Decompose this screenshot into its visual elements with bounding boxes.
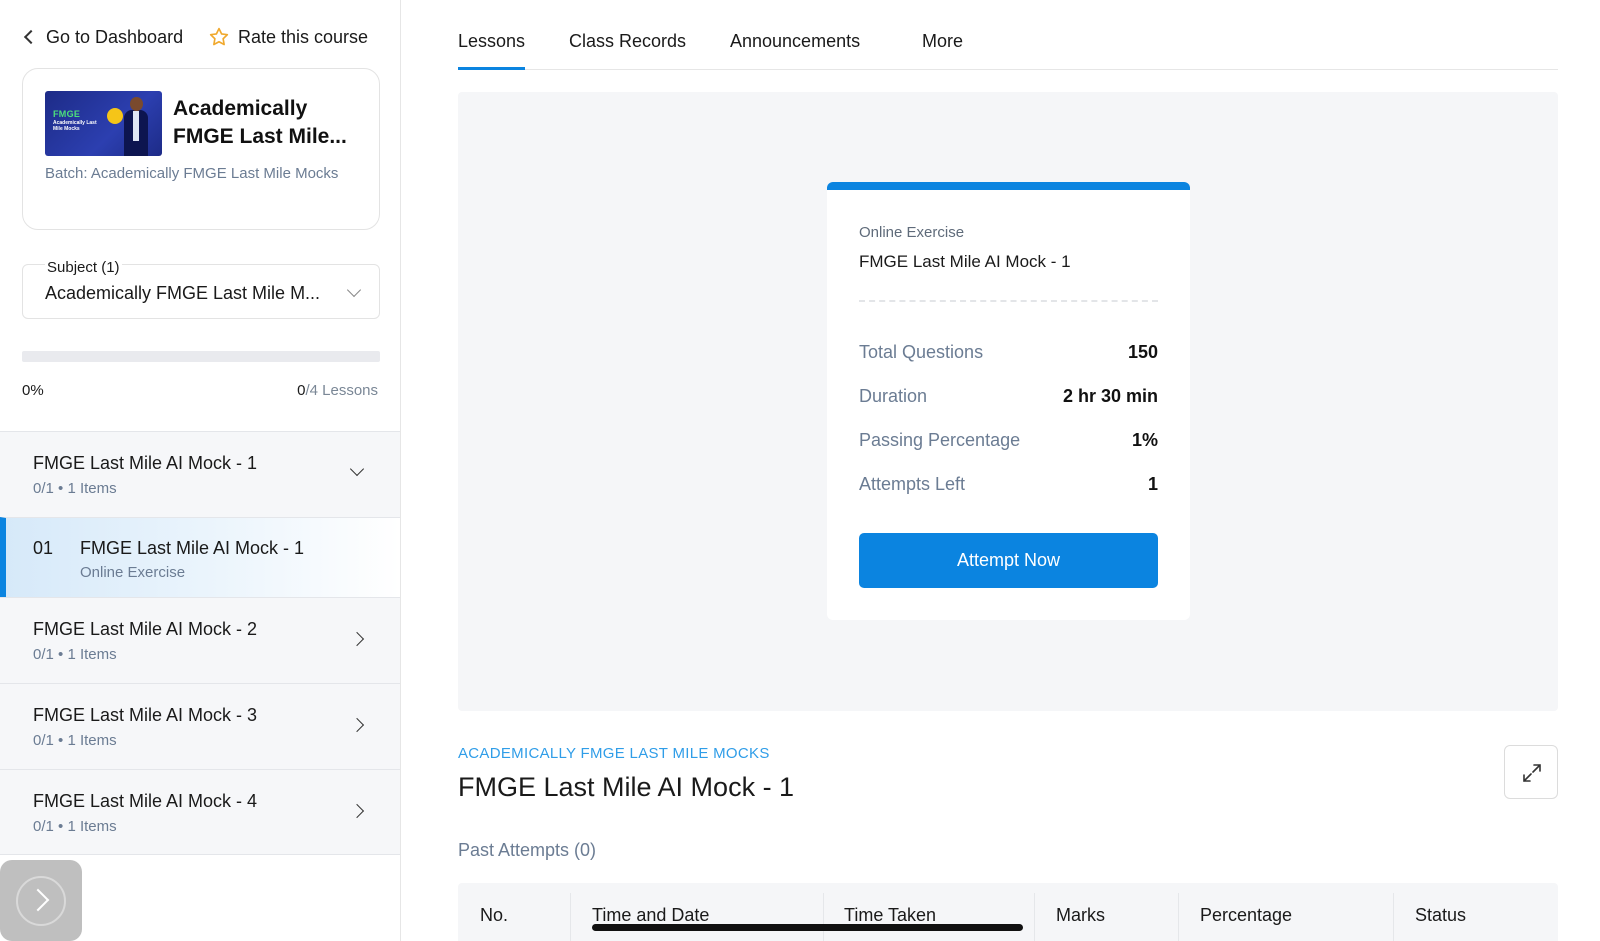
- subject-select[interactable]: Subject (1) Academically FMGE Last Mile …: [22, 259, 380, 319]
- stat-value: 2 hr 30 min: [1062, 386, 1158, 406]
- module-title: FMGE Last Mile AI Mock - 2: [33, 619, 258, 639]
- module-subtitle: 0/1 • 1 Items: [33, 732, 117, 749]
- column-divider: [1178, 893, 1179, 941]
- module-item-mock-2[interactable]: FMGE Last Mile AI Mock - 2 0/1 • 1 Items: [0, 597, 400, 683]
- course-sidebar: Go to Dashboard Rate this course FMGE Ac…: [0, 0, 401, 941]
- subject-select-label: Subject (1): [45, 259, 122, 276]
- sidebar-top-links: Go to Dashboard Rate this course: [22, 24, 378, 50]
- tab-more[interactable]: More: [922, 31, 963, 70]
- module-title: FMGE Last Mile AI Mock - 4: [33, 791, 258, 811]
- module-subtitle: 0/1 • 1 Items: [33, 480, 117, 497]
- stat-value: 1: [1147, 474, 1158, 494]
- stat-label: Total Questions: [859, 342, 984, 362]
- stat-value: 150: [1127, 342, 1158, 362]
- rate-course-link[interactable]: Rate this course: [208, 26, 368, 48]
- chevron-down-icon: [346, 282, 362, 298]
- module-subtitle: 0/1 • 1 Items: [33, 646, 117, 663]
- stat-label: Attempts Left: [859, 474, 966, 494]
- attempt-now-button[interactable]: Attempt Now: [859, 533, 1158, 588]
- module-item-mock-4[interactable]: FMGE Last Mile AI Mock - 4 0/1 • 1 Items: [0, 769, 400, 855]
- column-header-percentage: Percentage: [1200, 905, 1293, 925]
- course-batch: Batch: Academically FMGE Last Mile Mocks: [45, 165, 339, 182]
- lesson-type: Online Exercise: [80, 564, 186, 581]
- course-progress-lessons: 0/4 Lessons: [297, 382, 378, 399]
- course-card: FMGE Academically Last Mile Mocks Academ…: [22, 68, 380, 230]
- course-thumbnail: FMGE Academically Last Mile Mocks: [45, 91, 162, 156]
- column-header-time-and-date: Time and Date: [592, 905, 710, 925]
- course-title: Academically FMGE Last Mile...: [173, 97, 347, 148]
- lessons-total-label: /4 Lessons: [305, 382, 378, 399]
- tab-announcements[interactable]: Announcements: [730, 31, 860, 70]
- stat-value: 1%: [1131, 430, 1158, 450]
- module-item-mock-3[interactable]: FMGE Last Mile AI Mock - 3 0/1 • 1 Items: [0, 683, 400, 769]
- table-horizontal-scrollbar[interactable]: [592, 924, 1023, 931]
- exercise-card: Online Exercise FMGE Last Mile AI Mock -…: [827, 182, 1190, 620]
- course-progress-bar: [22, 351, 380, 362]
- lesson-title: FMGE Last Mile AI Mock - 1: [80, 538, 305, 558]
- lesson-page-title: FMGE Last Mile AI Mock - 1: [458, 772, 795, 802]
- column-divider: [823, 893, 824, 941]
- instructor-figure: [124, 97, 148, 156]
- thumbnail-caption: Academically Last Mile Mocks: [53, 120, 97, 132]
- stat-passing-percentage: Passing Percentage 1%: [859, 430, 1158, 454]
- course-progress-percent: 0%: [22, 382, 44, 399]
- stat-attempts-left: Attempts Left 1: [859, 474, 1158, 498]
- subject-select-value: Academically FMGE Last Mile M...: [45, 283, 321, 303]
- stat-label: Passing Percentage: [859, 430, 1021, 450]
- chevron-right-icon: [349, 717, 365, 733]
- column-divider: [570, 893, 571, 941]
- module-item-mock-1[interactable]: FMGE Last Mile AI Mock - 1 0/1 • 1 Items: [0, 431, 400, 517]
- chevron-right-icon: [349, 631, 365, 647]
- column-header-status: Status: [1415, 905, 1467, 925]
- stat-duration: Duration 2 hr 30 min: [859, 386, 1158, 410]
- column-header-time-taken: Time Taken: [844, 905, 937, 925]
- past-attempts-table-header: No. Time and Date Time Taken Marks Perce…: [458, 883, 1558, 941]
- exercise-title: FMGE Last Mile AI Mock - 1: [859, 252, 1071, 271]
- column-header-no: No.: [480, 905, 509, 925]
- stat-label: Duration: [859, 386, 928, 406]
- star-icon: [209, 27, 229, 46]
- thumbnail-heading: FMGE: [53, 109, 81, 119]
- sidebar-toggle-button[interactable]: [0, 860, 82, 941]
- column-divider: [1034, 893, 1035, 941]
- module-title: FMGE Last Mile AI Mock - 1: [33, 453, 258, 473]
- expand-icon: [1523, 764, 1541, 782]
- course-tabs: Lessons Class Records Announcements More: [458, 0, 1558, 70]
- stat-total-questions: Total Questions 150: [859, 342, 1158, 366]
- tab-lessons[interactable]: Lessons: [458, 31, 526, 70]
- column-divider: [1393, 893, 1394, 941]
- chevron-down-icon: [349, 461, 365, 477]
- past-attempts-label: Past Attempts (0): [458, 840, 597, 860]
- tab-class-records[interactable]: Class Records: [569, 31, 686, 70]
- chevron-left-icon: [23, 29, 39, 45]
- lesson-preview-area: Online Exercise FMGE Last Mile AI Mock -…: [458, 92, 1558, 711]
- exercise-divider: [859, 300, 1158, 302]
- go-to-dashboard-label: Go to Dashboard: [46, 26, 184, 47]
- lesson-item-active[interactable]: 01 FMGE Last Mile AI Mock - 1 Online Exe…: [0, 517, 400, 597]
- module-title: FMGE Last Mile AI Mock - 3: [33, 705, 258, 725]
- rate-course-label: Rate this course: [238, 26, 369, 47]
- column-header-marks: Marks: [1056, 905, 1105, 925]
- exercise-type: Online Exercise: [859, 224, 965, 241]
- lesson-number: 01: [33, 538, 54, 558]
- lesson-breadcrumb[interactable]: ACADEMICALLY FMGE LAST MILE MOCKS: [458, 745, 770, 762]
- thumbnail-badge: [107, 108, 123, 124]
- lesson-list: FMGE Last Mile AI Mock - 1 0/1 • 1 Items…: [0, 431, 400, 855]
- go-to-dashboard-link[interactable]: Go to Dashboard: [22, 27, 183, 48]
- chevron-right-icon: [349, 803, 365, 819]
- module-subtitle: 0/1 • 1 Items: [33, 818, 117, 835]
- expand-button[interactable]: [1504, 745, 1558, 799]
